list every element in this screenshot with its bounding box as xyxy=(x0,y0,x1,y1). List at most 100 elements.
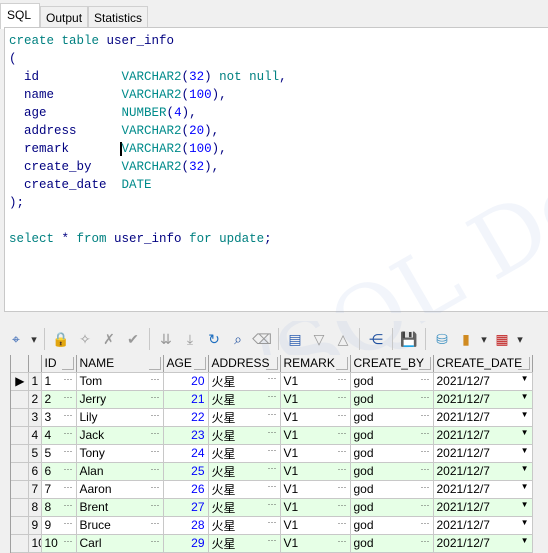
table-row[interactable]: 2 ··· 2 ··· Jerry 21 ··· 火星 ··· V1 ··· god 2021/12/7… xyxy=(11,390,533,409)
single-record-view-icon[interactable]: ▤ xyxy=(283,328,307,350)
cell-name[interactable]: ··· Jack xyxy=(76,426,164,445)
cell-age[interactable]: 22 xyxy=(163,408,209,427)
cell-edit-button[interactable]: ··· xyxy=(338,500,347,510)
column-header-address[interactable]: ADDRESS xyxy=(208,355,281,373)
fetch-next-icon[interactable]: ⇊ xyxy=(154,328,178,350)
date-dropdown-icon[interactable]: ▼ xyxy=(521,446,529,455)
cell-edit-button[interactable]: ··· xyxy=(151,518,160,528)
cell-edit-button[interactable]: ··· xyxy=(268,391,277,401)
cell-name[interactable]: ··· Carl xyxy=(76,534,164,553)
cell-create-date[interactable]: 2021/12/7 ▼ xyxy=(433,534,533,553)
cell-name[interactable]: ··· Tom xyxy=(76,372,164,391)
refresh-icon[interactable]: ↻ xyxy=(202,328,226,350)
date-dropdown-icon[interactable]: ▼ xyxy=(521,410,529,419)
date-dropdown-icon[interactable]: ▼ xyxy=(521,518,529,527)
cell-create-by[interactable]: ··· god xyxy=(350,480,434,499)
cell-edit-button[interactable]: ··· xyxy=(268,499,277,509)
table-row[interactable]: 6 ··· 6 ··· Alan 25 ··· 火星 ··· V1 ··· god 2021/12/7 ▼ xyxy=(11,462,533,481)
cell-create-date[interactable]: 2021/12/7 ▼ xyxy=(433,444,533,463)
cell-create-date[interactable]: 2021/12/7 ▼ xyxy=(433,408,533,427)
splitter[interactable] xyxy=(0,313,548,321)
cell-edit-button[interactable]: ··· xyxy=(151,482,160,492)
cell-create-by[interactable]: ··· god xyxy=(350,462,434,481)
lock-icon[interactable]: 🔒 xyxy=(49,328,73,350)
cell-edit-button[interactable]: ··· xyxy=(421,536,430,546)
cell-create-by[interactable]: ··· god xyxy=(350,390,434,409)
insert-record-icon[interactable]: ✧ xyxy=(73,328,97,350)
table-row[interactable]: 9 ··· 9 ··· Bruce 28 ··· 火星 ··· V1 ··· god 2021/12/7… xyxy=(11,516,533,535)
cell-id[interactable]: ··· 1 xyxy=(41,372,77,391)
cell-id[interactable]: ··· 3 xyxy=(41,408,77,427)
column-header-remark[interactable]: REMARK xyxy=(280,355,351,373)
dropdown-arrow-icon[interactable]: ▾ xyxy=(28,328,40,350)
cell-create-by[interactable]: ··· god xyxy=(350,534,434,553)
previous-record-icon[interactable]: △ xyxy=(331,328,355,350)
dropdown-arrow-icon[interactable]: ▾ xyxy=(478,328,490,350)
cell-edit-button[interactable]: ··· xyxy=(151,374,160,384)
cell-address[interactable]: ··· 火星 xyxy=(208,480,281,499)
cell-id[interactable]: ··· 9 xyxy=(41,516,77,535)
dropdown-arrow-icon[interactable]: ▾ xyxy=(514,328,526,350)
cell-edit-button[interactable]: ··· xyxy=(338,482,347,492)
cell-address[interactable]: ··· 火星 xyxy=(208,498,281,517)
cell-edit-button[interactable]: ··· xyxy=(268,445,277,455)
cell-id[interactable]: ··· 6 xyxy=(41,462,77,481)
cell-remark[interactable]: ··· V1 xyxy=(280,408,351,427)
table-row[interactable]: 3 ··· 3 ··· Lily 22 ··· 火星 ··· V1 ··· god 2021/12/7 ▼ xyxy=(11,408,533,427)
cell-age[interactable]: 26 xyxy=(163,480,209,499)
next-record-icon[interactable]: ▽ xyxy=(307,328,331,350)
cell-address[interactable]: ··· 火星 xyxy=(208,390,281,409)
cell-edit-button[interactable]: ··· xyxy=(338,446,347,456)
cell-id[interactable]: ··· 10 xyxy=(41,534,77,553)
column-filter-button[interactable] xyxy=(265,357,278,370)
column-header-create-by[interactable]: CREATE_BY xyxy=(350,355,434,373)
cell-create-date[interactable]: 2021/12/7 ▼ xyxy=(433,426,533,445)
clear-icon[interactable]: ⌫ xyxy=(250,328,274,350)
cell-edit-button[interactable]: ··· xyxy=(268,535,277,545)
cell-edit-button[interactable]: ··· xyxy=(64,536,73,546)
cell-name[interactable]: ··· Aaron xyxy=(76,480,164,499)
cell-create-by[interactable]: ··· god xyxy=(350,498,434,517)
cell-name[interactable]: ··· Brent xyxy=(76,498,164,517)
cell-edit-button[interactable]: ··· xyxy=(151,464,160,474)
cell-age[interactable]: 20 xyxy=(163,372,209,391)
fetch-last-icon[interactable]: ⤓ xyxy=(178,328,202,350)
cell-age[interactable]: 27 xyxy=(163,498,209,517)
cell-create-by[interactable]: ··· god xyxy=(350,408,434,427)
cell-edit-button[interactable]: ··· xyxy=(338,518,347,528)
date-dropdown-icon[interactable]: ▼ xyxy=(521,500,529,509)
cell-edit-button[interactable]: ··· xyxy=(64,410,73,420)
cell-edit-button[interactable]: ··· xyxy=(268,373,277,383)
cell-edit-button[interactable]: ··· xyxy=(338,464,347,474)
table-view-icon[interactable]: ▦ xyxy=(490,328,514,350)
cell-remark[interactable]: ··· V1 xyxy=(280,426,351,445)
cell-address[interactable]: ··· 火星 xyxy=(208,426,281,445)
post-changes-icon[interactable]: ✔ xyxy=(121,328,145,350)
cell-create-date[interactable]: 2021/12/7 ▼ xyxy=(433,372,533,391)
cell-remark[interactable]: ··· V1 xyxy=(280,444,351,463)
column-filter-button[interactable] xyxy=(148,357,161,370)
cell-edit-button[interactable]: ··· xyxy=(268,517,277,527)
cell-create-date[interactable]: 2021/12/7 ▼ xyxy=(433,516,533,535)
date-dropdown-icon[interactable]: ▼ xyxy=(521,482,529,491)
table-row[interactable]: 8 ··· 8 ··· Brent 27 ··· 火星 ··· V1 ··· god 2021/12/7… xyxy=(11,498,533,517)
tab-statistics[interactable]: Statistics xyxy=(88,6,149,28)
cell-address[interactable]: ··· 火星 xyxy=(208,534,281,553)
cell-edit-button[interactable]: ··· xyxy=(421,500,430,510)
table-row[interactable]: 10 ··· 10 ··· Carl 29 ··· 火星 ··· V1 ··· god 2021/12/… xyxy=(11,534,533,553)
column-header-id[interactable]: ID xyxy=(41,355,77,373)
cell-create-by[interactable]: ··· god xyxy=(350,516,434,535)
cell-edit-button[interactable]: ··· xyxy=(64,374,73,384)
cell-edit-button[interactable]: ··· xyxy=(64,482,73,492)
cell-edit-button[interactable]: ··· xyxy=(421,464,430,474)
column-header-age[interactable]: AGE xyxy=(163,355,209,373)
cell-edit-button[interactable]: ··· xyxy=(268,463,277,473)
table-row[interactable]: 5 ··· 5 ··· Tony 24 ··· 火星 ··· V1 ··· god 2021/12/7 ▼ xyxy=(11,444,533,463)
column-header-create-date[interactable]: CREATE_DATE xyxy=(433,355,533,373)
cell-remark[interactable]: ··· V1 xyxy=(280,372,351,391)
cell-edit-button[interactable]: ··· xyxy=(421,518,430,528)
cell-edit-button[interactable]: ··· xyxy=(421,428,430,438)
cell-create-date[interactable]: 2021/12/7 ▼ xyxy=(433,390,533,409)
cell-age[interactable]: 24 xyxy=(163,444,209,463)
column-filter-button[interactable] xyxy=(61,357,74,370)
